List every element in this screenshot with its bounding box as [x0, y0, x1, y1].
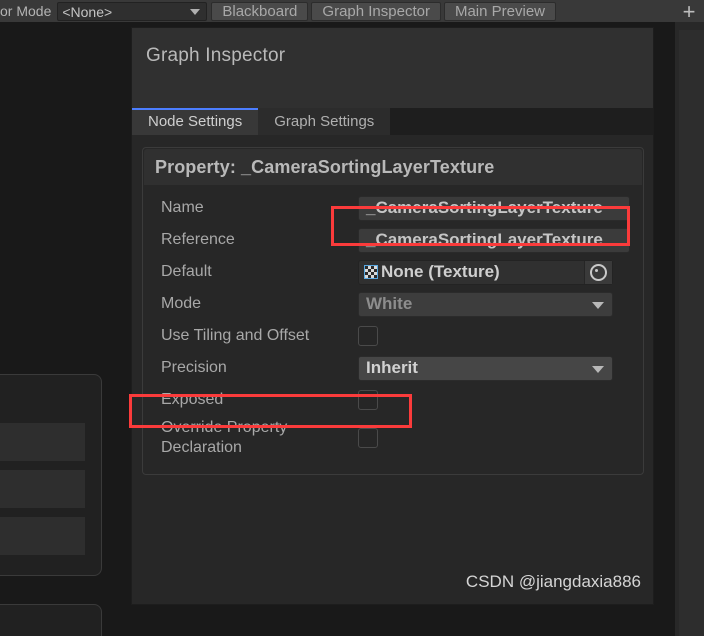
chevron-down-icon	[190, 8, 201, 15]
object-picker-icon[interactable]	[584, 260, 612, 284]
watermark: CSDN @jiangdaxia886	[465, 572, 641, 591]
exposed-field-wrap	[358, 390, 378, 410]
default-object-field[interactable]: None (Texture)	[358, 259, 613, 285]
default-object-value: None (Texture)	[381, 262, 500, 281]
inspector-tabstrip: Node Settings Graph Settings	[132, 108, 653, 135]
graph-node-port-row[interactable]	[0, 517, 85, 555]
use-tiling-and-offset-checkbox[interactable]	[358, 326, 378, 346]
property-label-mode: Mode	[161, 295, 202, 312]
precision-dropdown-value: Inherit	[366, 358, 418, 377]
graph-inspector-panel: Graph Inspector Node Settings Graph Sett…	[131, 27, 654, 605]
mode-dropdown-value: White	[366, 294, 413, 313]
exposed-checkbox[interactable]	[358, 390, 378, 410]
toolbar-mode-value: <None>	[62, 3, 113, 20]
property-row-exposed: Exposed	[143, 384, 643, 416]
graph-inspector-header	[132, 28, 653, 108]
mode-dropdown[interactable]: White	[358, 291, 613, 317]
texture-checker-icon	[364, 265, 378, 279]
property-row-reference: Reference _CameraSortingLayerTexture	[143, 224, 643, 256]
tab-node-settings-label: Node Settings	[148, 113, 243, 130]
reference-input[interactable]: _CameraSortingLayerTexture	[358, 227, 630, 253]
property-label-default: Default	[161, 263, 212, 280]
property-label-use-tiling-and-offset: Use Tiling and Offset	[161, 327, 310, 344]
property-row-name: Name _CameraSortingLayerTexture	[143, 192, 643, 224]
property-row-override-property-declaration: Override Property Declaration	[143, 416, 643, 460]
name-input[interactable]: _CameraSortingLayerTexture	[358, 195, 630, 221]
property-row-mode: Mode White	[143, 288, 643, 320]
property-row-default: Default None (Texture)	[143, 256, 643, 288]
plus-icon[interactable]: +	[674, 0, 704, 22]
override-field-wrap	[358, 428, 378, 448]
chevron-down-icon	[592, 301, 604, 309]
name-input-value: _CameraSortingLayerTexture	[366, 198, 603, 217]
tab-node-settings[interactable]: Node Settings	[132, 108, 259, 135]
property-card-header: Property: _CameraSortingLayerTexture	[144, 149, 642, 185]
graph-node-port-row[interactable]	[0, 470, 85, 508]
property-label-reference: Reference	[161, 231, 235, 248]
use-tiling-field-wrap	[358, 326, 378, 346]
toolbar-main-preview-button[interactable]: Main Preview	[443, 2, 556, 21]
property-label-override-property-declaration: Override Property Declaration	[161, 419, 288, 456]
property-card-title: Property: _CameraSortingLayerTexture	[155, 157, 495, 177]
toolbar-mode-label: or Mode	[0, 3, 52, 19]
toolbar-blackboard-button[interactable]: Blackboard	[211, 2, 309, 21]
reference-field-wrap: _CameraSortingLayerTexture	[358, 227, 630, 253]
reference-input-value: _CameraSortingLayerTexture	[366, 230, 603, 249]
property-label-name: Name	[161, 199, 204, 216]
property-label-exposed: Exposed	[161, 391, 224, 408]
tab-graph-settings[interactable]: Graph Settings	[258, 108, 391, 135]
property-card: Property: _CameraSortingLayerTexture Nam…	[142, 147, 644, 475]
precision-field-wrap: Inherit	[358, 355, 613, 381]
toolbar-mode-dropdown[interactable]: <None>	[57, 2, 208, 21]
property-rows: Name _CameraSortingLayerTexture Referenc…	[143, 192, 643, 460]
toolbar-graph-inspector-button[interactable]: Graph Inspector	[311, 2, 441, 21]
graph-node-partial-lower[interactable]	[0, 604, 102, 636]
object-picker-ring	[590, 263, 607, 281]
mode-field-wrap: White	[358, 291, 613, 317]
graph-node-port-row[interactable]	[0, 423, 85, 461]
chevron-down-icon	[592, 365, 604, 373]
default-field-wrap: None (Texture)	[358, 259, 613, 285]
toolbar: or Mode <None> Blackboard Graph Inspecto…	[0, 0, 704, 22]
right-rail-inner	[679, 30, 704, 636]
graph-node-partial-upper[interactable]	[0, 374, 102, 576]
property-row-precision: Precision Inherit	[143, 352, 643, 384]
override-property-declaration-checkbox[interactable]	[358, 428, 378, 448]
property-label-precision: Precision	[161, 359, 227, 376]
property-row-use-tiling-and-offset: Use Tiling and Offset	[143, 320, 643, 352]
name-field-wrap: _CameraSortingLayerTexture	[358, 195, 630, 221]
shader-graph-window: or Mode <None> Blackboard Graph Inspecto…	[0, 0, 704, 636]
page-title: Graph Inspector	[146, 45, 286, 66]
tab-graph-settings-label: Graph Settings	[274, 113, 375, 130]
precision-dropdown[interactable]: Inherit	[358, 355, 613, 381]
